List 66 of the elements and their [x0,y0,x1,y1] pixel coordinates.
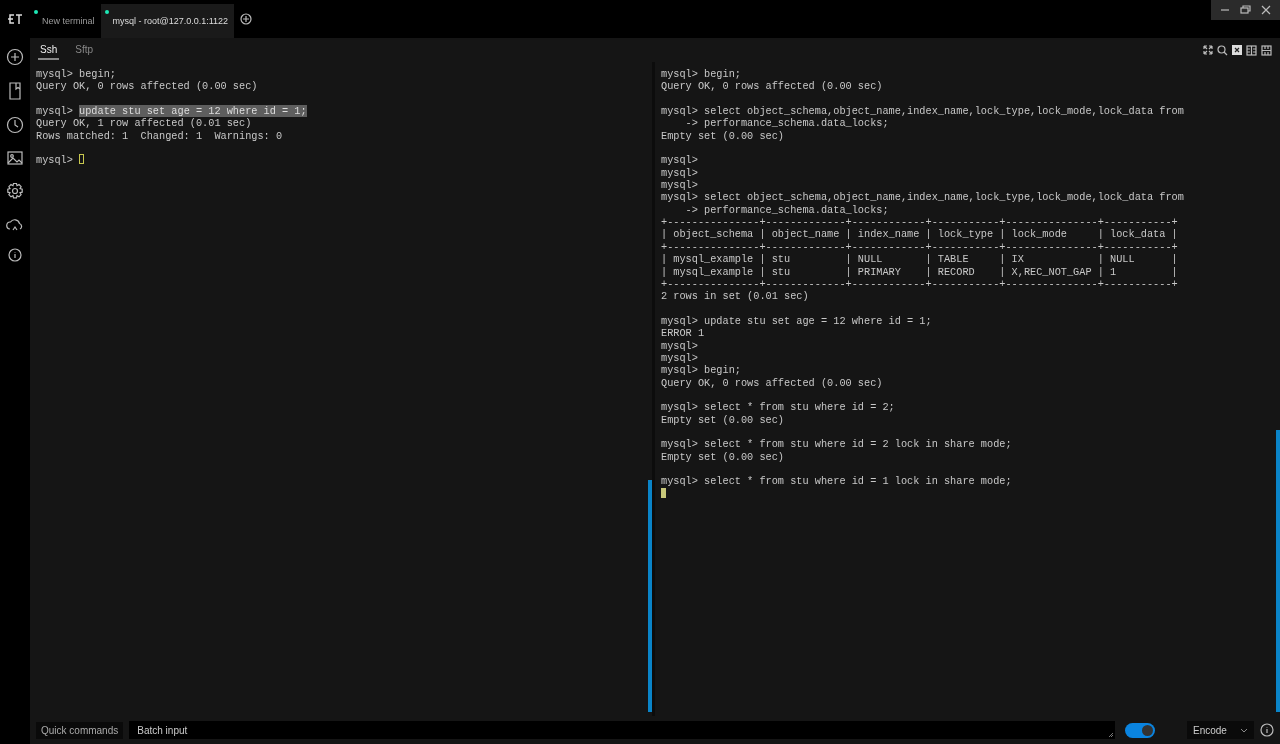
info-icon[interactable] [8,248,22,262]
prompt-text: mysql> [36,154,74,167]
prompt-text: mysql> [36,105,74,118]
scrollbar[interactable] [1276,430,1280,712]
logo-icon [7,13,23,25]
fullscreen-icon[interactable] [1203,45,1213,55]
terminal-line: mysql> [661,179,699,192]
terminal-line: Query OK, 0 rows affected (0.00 sec) [661,376,884,389]
terminal-line: mysql> select * from stu where id = 2 lock in share mode; [661,438,1013,451]
status-dot [34,10,38,14]
close-icon[interactable] [1261,5,1271,15]
terminal-line: mysql> update stu set age = 12 where id = 1; [661,314,933,328]
terminal-tab[interactable]: New terminal [30,4,101,38]
terminal-line: -> performance_schema.data_locks; [684,203,890,217]
terminal-line: | object_schema | object_name | index_name | lock_type | lock_mode | lock_data | [661,228,1179,241]
cloud-icon[interactable] [6,216,24,232]
toggle-switch[interactable] [1125,722,1155,738]
selected-text: update stu set age = 12 where id = 1; [79,105,307,118]
split-vertical-icon[interactable] [1246,44,1257,56]
terminal-line: +---------------+-------------+------------+-----------+---------------+-----------+ [661,277,1179,291]
encode-select[interactable]: Encode [1187,721,1254,739]
settings-icon[interactable] [6,182,24,200]
terminal-line: Empty set (0.00 sec) [661,450,786,463]
terminal-line: mysql> [661,166,699,180]
session-tab[interactable]: Sftp [73,40,96,60]
image-icon[interactable] [7,150,23,166]
resize-grip-icon[interactable] [1108,732,1114,738]
terminal-line: mysql> begin; [36,68,117,81]
terminal-line: mysql> begin; [661,68,742,81]
terminal-line: | mysql_example | stu | PRIMARY | RECORD | X,REC_NOT_GAP | 1 | [661,265,1179,278]
status-dot [104,10,109,14]
terminal-line: mysql> select object_schema,object_name,index_name,lock_type,lock_mode,lock_data from [661,105,1185,118]
info-icon[interactable] [1260,723,1274,737]
terminal-line: Empty set (0.00 sec) [661,413,786,426]
terminal-line: -> performance_schema.data_locks; [684,117,890,130]
scrollbar[interactable] [648,480,652,712]
terminal-line: mysql> select * from stu where id = 1 lock in share mode; [661,475,1013,488]
terminal-line: ERROR 1 [661,327,706,340]
add-tab-icon[interactable] [240,13,253,25]
terminal-line: mysql> [661,154,699,167]
terminal-line: | mysql_example | stu | NULL | TABLE | IX | NULL | [661,253,1179,266]
terminal-line: Query OK, 0 rows affected (0.00 sec) [36,80,259,93]
split-horizontal-icon[interactable] [1261,44,1272,56]
terminal-line: mysql> begin; [661,364,742,377]
terminal-line: +---------------+-------------+------------+-----------+---------------+-----------+ [661,240,1179,254]
terminal-line: Empty set (0.00 sec) [661,129,786,143]
terminal-line: mysql> [661,339,699,352]
restore-icon[interactable] [1240,5,1251,15]
terminal-line: mysql> select * from stu where id = 2; [661,401,896,414]
terminal-line: Query OK, 0 rows affected (0.00 sec) [661,80,884,93]
terminal-line: mysql> [661,351,699,365]
terminal-line: Query OK, 1 row affected (0.01 sec) [36,117,253,130]
bookmark-icon[interactable] [7,82,23,100]
terminal-line: +---------------+-------------+------------+-----------+---------------+-----------+ [661,216,1179,229]
terminal-line: Rows matched: 1 Changed: 1 Warnings: 0 [36,129,284,143]
close-pane-icon[interactable] [1232,45,1242,55]
search-icon[interactable] [1217,44,1228,56]
history-icon[interactable] [6,116,24,134]
quick-commands-button[interactable]: Quick commands [36,721,124,739]
terminal-tab[interactable]: mysql - root@127.0.0.1:1122 [100,4,235,38]
batch-input-field[interactable]: Batch input [129,721,1115,739]
terminal-line: mysql> select object_schema,object_name,index_name,lock_type,lock_mode,lock_data from [661,191,1185,204]
caret-icon [1240,727,1248,733]
terminal-line: 2 rows in set (0.01 sec) [661,290,810,303]
session-tab[interactable]: Ssh [38,40,60,60]
add-icon[interactable] [6,48,24,66]
